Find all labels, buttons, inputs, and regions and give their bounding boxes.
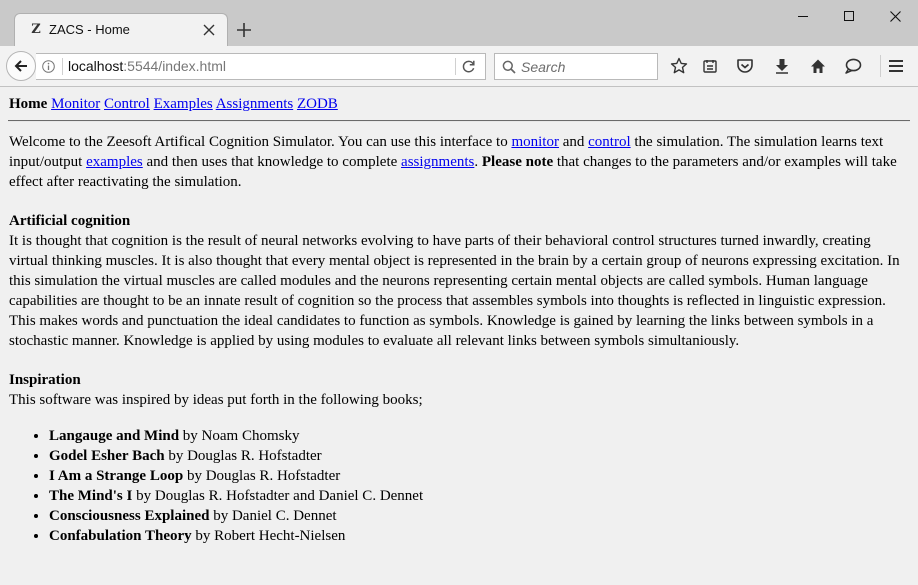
list-item: Confabulation Theory by Robert Hecht-Nie… (49, 526, 909, 546)
reading-list-button[interactable] (697, 54, 723, 78)
reading-list-icon (703, 60, 717, 73)
book-title: Consciousness Explained (49, 508, 210, 524)
pocket-button[interactable] (732, 54, 758, 78)
list-item: Langauge and Mind by Noam Chomsky (49, 426, 909, 446)
book-author: by Robert Hecht-Nielsen (191, 528, 346, 544)
chat-button[interactable] (840, 54, 866, 78)
book-author: by Daniel C. Dennet (209, 508, 337, 524)
control-link[interactable]: control (588, 134, 631, 150)
nav-link-zodb[interactable]: ZODB (297, 96, 338, 112)
downloads-button[interactable] (769, 54, 795, 78)
inspiration-heading: Inspiration (9, 372, 81, 388)
minimize-button[interactable] (780, 0, 826, 32)
horizontal-rule (8, 120, 910, 122)
book-list: Langauge and Mind by Noam Chomsky Godel … (9, 426, 909, 546)
new-tab-icon[interactable] (236, 22, 252, 38)
inspiration-intro: This software was inspired by ideas put … (9, 392, 423, 408)
book-title: Langauge and Mind (49, 428, 180, 444)
url-bar[interactable]: localhost:5544/index.html (36, 53, 486, 80)
book-author: by Noam Chomsky (179, 428, 300, 444)
close-tab-icon[interactable] (203, 24, 215, 36)
tab-title: ZACS - Home (49, 22, 130, 37)
tab-zacs-home[interactable]: Z ZACS - Home (14, 13, 228, 46)
reload-separator (455, 58, 456, 75)
toolbar-separator (880, 55, 881, 77)
cognition-heading: Artificial cognition (9, 213, 131, 229)
book-title: Godel Esher Bach (49, 448, 165, 464)
pocket-icon (737, 59, 753, 73)
list-item: I Am a Strange Loop by Douglas R. Hofsta… (49, 466, 909, 486)
url-path: :5544/index.html (123, 58, 226, 74)
home-icon (811, 59, 825, 73)
nav-link-assignments[interactable]: Assignments (216, 96, 294, 112)
please-note: Please note (481, 154, 554, 170)
monitor-link[interactable]: monitor (511, 134, 559, 150)
cognition-body: It is thought that cognition is the resu… (9, 233, 900, 349)
url-text[interactable]: localhost:5544/index.html (68, 58, 226, 74)
nav-link-examples[interactable]: Examples (154, 96, 213, 112)
list-item: The Mind's I by Douglas R. Hofstadter an… (49, 486, 909, 506)
book-title: The Mind's I (49, 488, 133, 504)
back-arrow-icon (14, 60, 27, 72)
maximize-icon (844, 11, 854, 21)
info-icon[interactable] (42, 60, 55, 73)
main-content: Welcome to the Zeesoft Artifical Cogniti… (9, 132, 909, 546)
chat-bubble-icon (845, 58, 862, 74)
list-item: Godel Esher Bach by Douglas R. Hofstadte… (49, 446, 909, 466)
page-content: Home Monitor Control Examples Assignment… (0, 87, 918, 585)
download-icon (776, 59, 788, 74)
back-button[interactable] (6, 51, 36, 81)
nav-link-control[interactable]: Control (104, 96, 150, 112)
bookmark-star-button[interactable] (666, 54, 692, 78)
title-bar: Z ZACS - Home (0, 0, 918, 46)
close-window-icon (889, 10, 901, 22)
list-item: Consciousness Explained by Daniel C. Den… (49, 506, 909, 526)
book-title: Confabulation Theory (49, 528, 192, 544)
reload-icon[interactable] (461, 59, 476, 74)
favicon-icon: Z (31, 22, 41, 37)
book-title: I Am a Strange Loop (49, 468, 184, 484)
examples-link[interactable]: examples (86, 154, 143, 170)
nav-current-home: Home (9, 96, 48, 112)
book-author: by Douglas R. Hofstadter (183, 468, 341, 484)
page-navigation: Home Monitor Control Examples Assignment… (9, 94, 338, 114)
close-window-button[interactable] (872, 0, 918, 32)
hamburger-menu-icon (889, 60, 903, 72)
minimize-icon (798, 16, 808, 17)
search-icon (502, 60, 516, 74)
navigation-toolbar: localhost:5544/index.html (0, 46, 918, 87)
url-host: localhost (68, 58, 124, 74)
search-bar[interactable] (494, 53, 658, 80)
star-icon (670, 57, 688, 74)
nav-link-monitor[interactable]: Monitor (51, 96, 100, 112)
home-button[interactable] (805, 54, 831, 78)
book-author: by Douglas R. Hofstadter and Daniel C. D… (132, 488, 424, 504)
search-input[interactable] (521, 57, 651, 76)
url-separator (62, 58, 63, 75)
book-author: by Douglas R. Hofstadter (164, 448, 322, 464)
menu-button[interactable] (883, 54, 909, 78)
maximize-button[interactable] (826, 0, 872, 32)
assignments-link[interactable]: assignments (401, 154, 474, 170)
intro-paragraph: Welcome to the Zeesoft Artifical Cogniti… (9, 134, 897, 190)
